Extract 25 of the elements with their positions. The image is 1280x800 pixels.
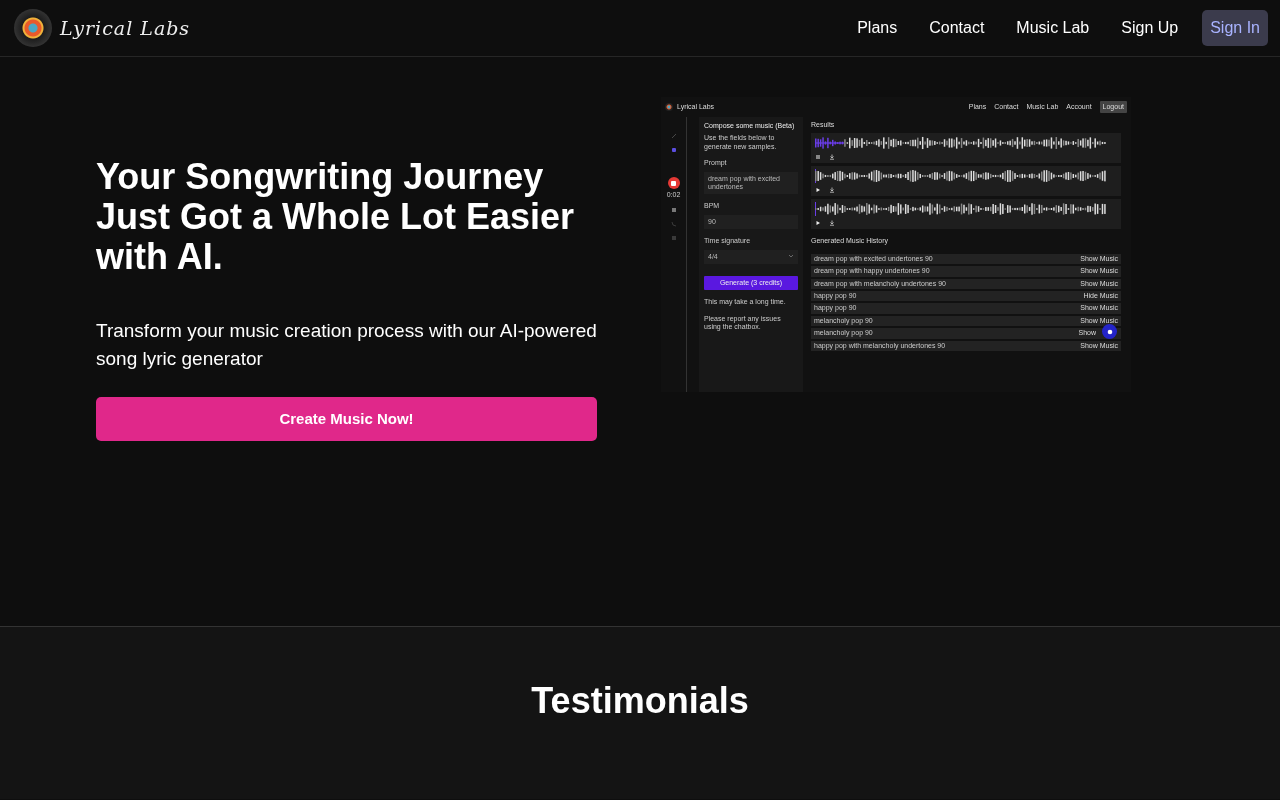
- hero-heading: Your Songwriting Journey Just Got a Whole Lot Easier with AI.: [96, 157, 576, 277]
- brand-logo[interactable]: Lyrical Labs: [60, 13, 191, 43]
- chat-icon: [1106, 328, 1113, 335]
- waveform[interactable]: [815, 169, 1107, 184]
- nav-link[interactable]: Music Lab: [1008, 10, 1098, 46]
- pencil-icon: [670, 133, 677, 139]
- waveform[interactable]: [815, 202, 1107, 217]
- section-heading: Testimonials: [531, 679, 749, 723]
- chevron-down-icon: [788, 252, 794, 259]
- grid-icon: [670, 235, 677, 242]
- hero-subtitle: Transform your music creation process with our AI-powered song lyric generator: [96, 319, 598, 371]
- note-icon: [670, 147, 677, 153]
- sign-in-button[interactable]: Sign In: [1202, 10, 1268, 46]
- logo-icon[interactable]: [14, 9, 52, 47]
- download-icon: [829, 154, 835, 161]
- pause-icon: [670, 207, 677, 214]
- phone-icon: [670, 221, 677, 228]
- waveform[interactable]: [815, 136, 1107, 151]
- create-music-button[interactable]: Create Music Now!: [96, 397, 597, 441]
- nav-link[interactable]: Contact: [921, 10, 993, 46]
- download-icon: [829, 187, 835, 194]
- nav-link[interactable]: Plans: [849, 10, 906, 46]
- logo-icon: [665, 103, 673, 111]
- download-icon: [829, 220, 835, 227]
- nav-link[interactable]: Sign Up: [1113, 10, 1187, 46]
